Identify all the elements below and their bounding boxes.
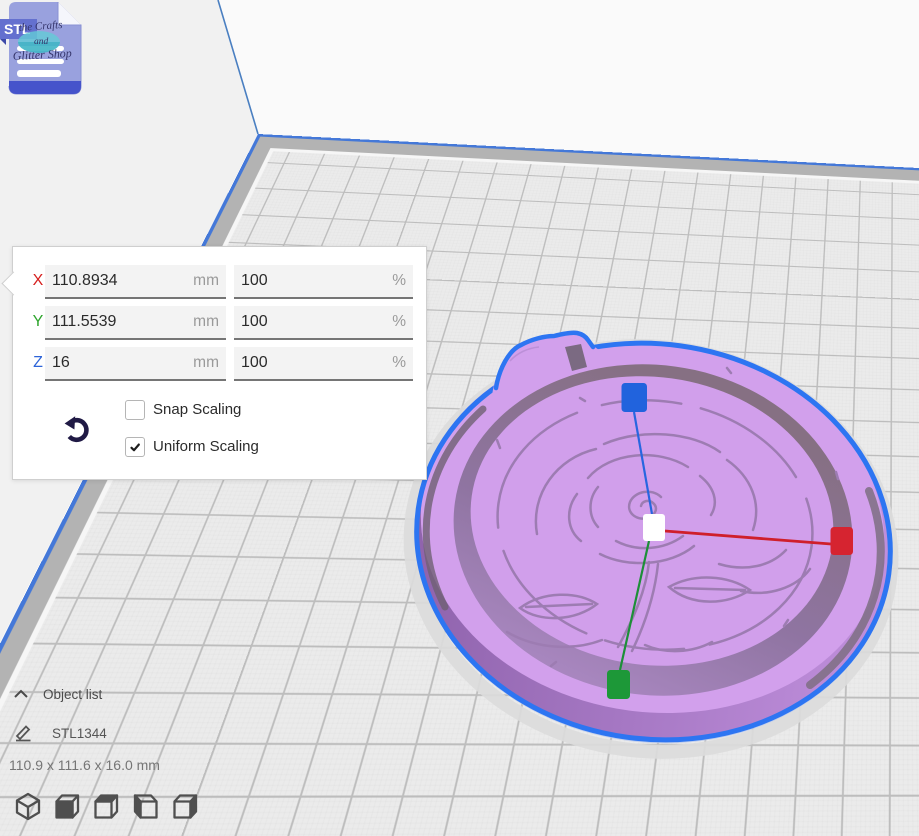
svg-text:and: and [34,37,49,47]
